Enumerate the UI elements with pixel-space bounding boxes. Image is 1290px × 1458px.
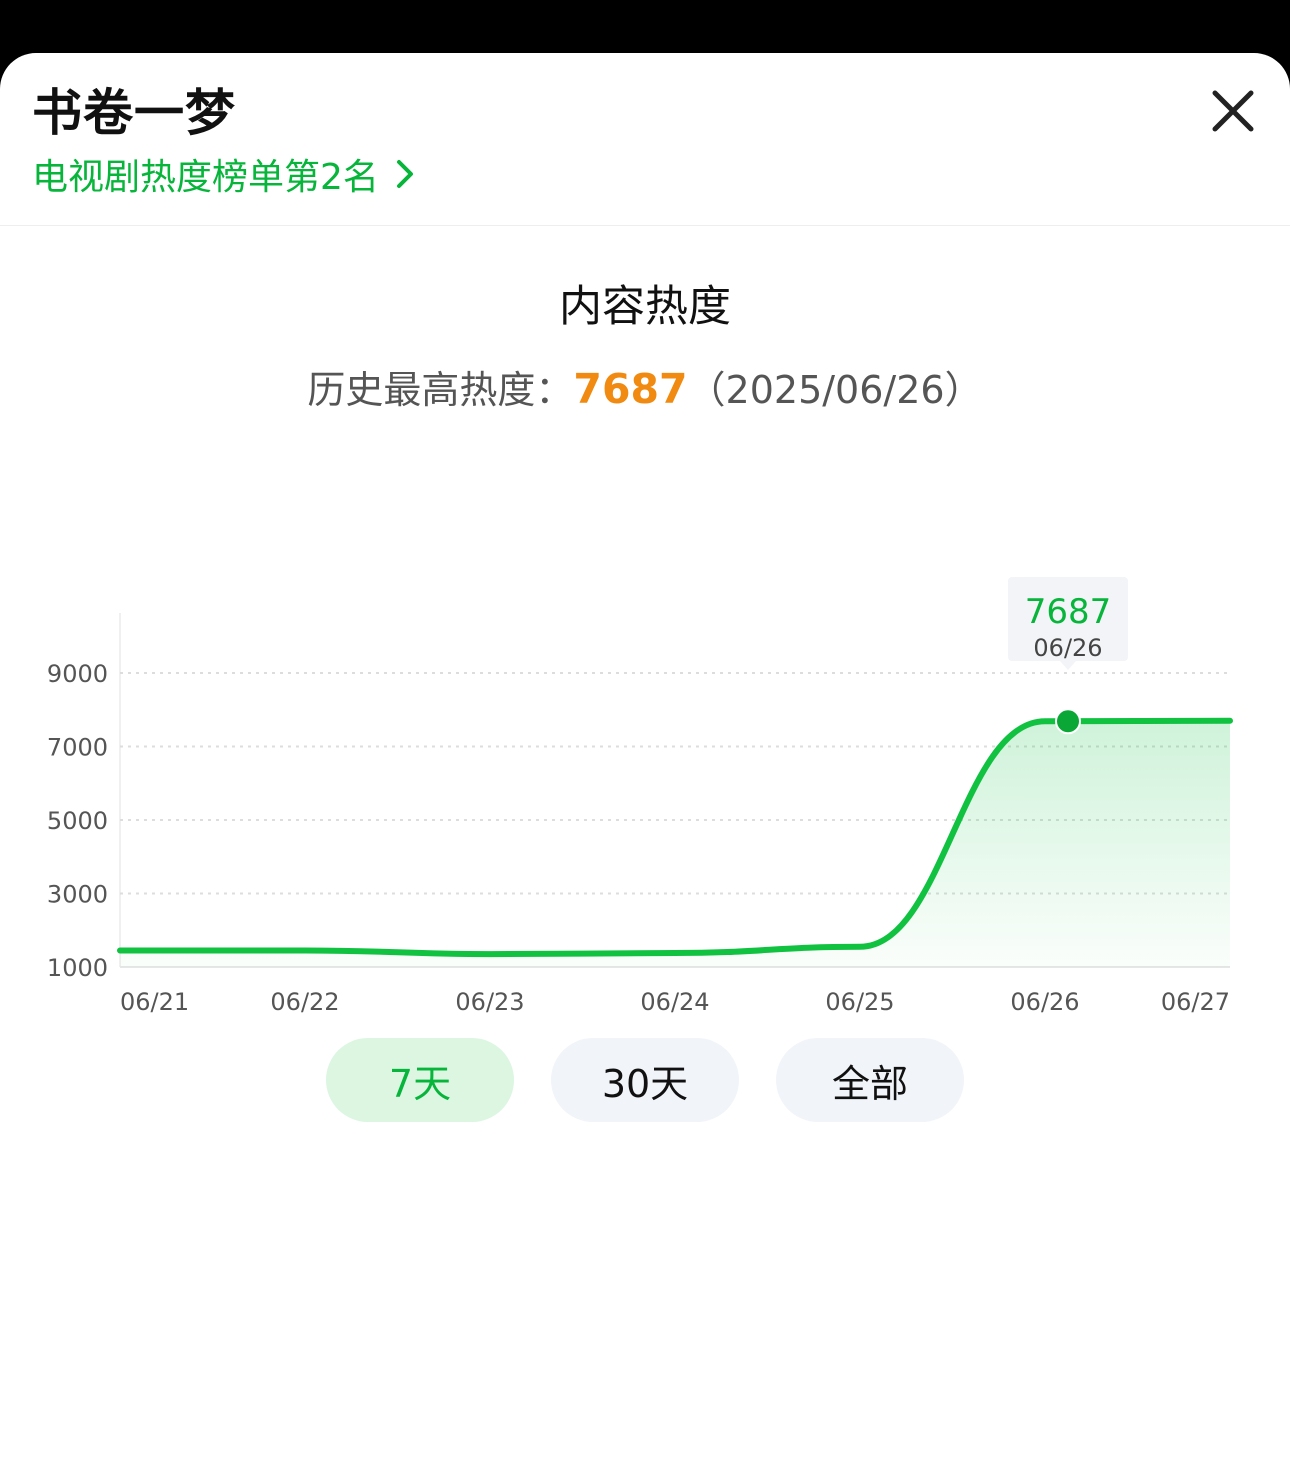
x-tick-label: 06/22: [270, 988, 339, 1013]
y-tick-label: 1000: [47, 954, 108, 982]
series-area: [120, 720, 1230, 967]
x-tick-label: 06/27: [1161, 988, 1230, 1013]
tooltip-pointer: [1060, 661, 1076, 670]
record-value: 7687: [573, 365, 688, 413]
highlight-point[interactable]: [1055, 708, 1081, 735]
chevron-right-icon: [396, 160, 413, 188]
x-tick-label: 06/24: [640, 988, 709, 1013]
tab-all[interactable]: 全部: [776, 1038, 964, 1122]
chart-title: 内容热度: [559, 282, 731, 332]
range-tabs: 7天 30天 全部: [0, 1038, 1290, 1122]
heat-chart[interactable]: 1000 3000 5000 7000 9000 06/21 06/22 06/23 06/24…: [0, 493, 1290, 1013]
x-tick-label: 06/23: [455, 988, 524, 1013]
record-date: （2025/06/26）: [687, 368, 983, 412]
record-line: 历史最高热度：7687（2025/06/26）: [0, 361, 1290, 418]
ranking-link-label: 电视剧热度榜单第2名: [32, 157, 379, 198]
tooltip-value: 7687: [1025, 592, 1112, 632]
y-tick-label: 5000: [47, 807, 108, 835]
x-tick-label: 06/25: [825, 988, 894, 1013]
x-tick-label: 06/26: [1010, 988, 1079, 1013]
drama-title: 书卷一梦: [32, 84, 236, 142]
close-icon: [1212, 90, 1254, 132]
y-tick-label: 7000: [47, 734, 108, 762]
tab-7-days[interactable]: 7天: [326, 1038, 514, 1122]
y-tick-label: 3000: [47, 881, 108, 909]
close-button[interactable]: [1207, 85, 1259, 137]
ranking-link[interactable]: 电视剧热度榜单第2名: [32, 151, 415, 198]
record-label: 历史最高热度：: [307, 368, 574, 412]
sheet-header: 书卷一梦 电视剧热度榜单第2名: [0, 53, 1290, 226]
y-tick-label: 9000: [47, 660, 108, 688]
tooltip-date: 06/26: [1033, 634, 1102, 662]
x-tick-label: 06/21: [120, 988, 189, 1013]
tab-30-days[interactable]: 30天: [551, 1038, 739, 1122]
bottom-sheet: 书卷一梦 电视剧热度榜单第2名 内容热度 历史最高热度：7687（2025/06…: [0, 53, 1290, 1458]
